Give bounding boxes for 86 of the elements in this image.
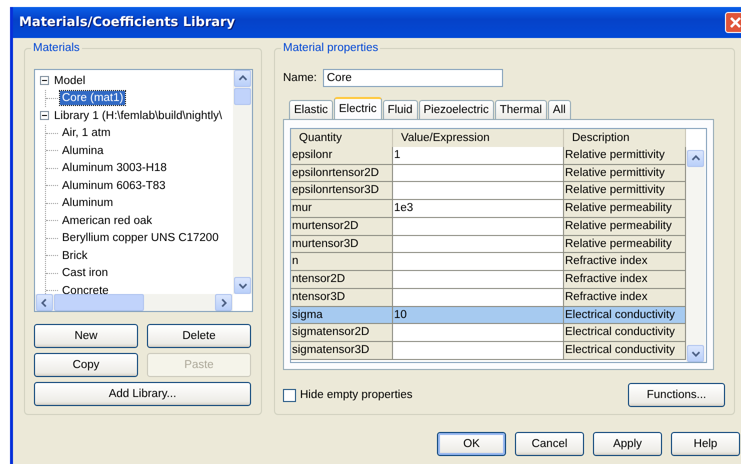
table-cell: epsilonr — [291, 146, 393, 164]
value-cell[interactable] — [393, 288, 564, 306]
tree-item[interactable]: Beryllium copper UNS C17200 — [60, 231, 221, 246]
tab[interactable]: Elastic — [289, 100, 333, 119]
scroll-right-icon[interactable] — [215, 294, 232, 311]
table-cell: Refractive index — [564, 271, 686, 289]
tree-item[interactable]: Aluminum — [60, 196, 116, 210]
tab[interactable]: All — [548, 100, 571, 119]
name-label: Name: — [283, 72, 317, 84]
value-cell[interactable] — [393, 253, 564, 271]
table-cell: Electrical conductivity — [564, 306, 686, 324]
close-icon — [729, 16, 741, 29]
group-title: Material properties — [281, 42, 380, 54]
tab[interactable]: Piezoelectric — [418, 100, 494, 119]
value-cell[interactable] — [393, 271, 564, 289]
value-cell[interactable] — [393, 342, 564, 360]
value-cell[interactable] — [393, 164, 564, 182]
value-cell[interactable] — [393, 324, 564, 342]
scroll-thumb[interactable] — [54, 294, 144, 311]
table-cell: Relative permeability — [564, 218, 686, 236]
table-cell: Refractive index — [564, 253, 686, 271]
action-button[interactable]: New — [34, 324, 138, 348]
table-cell: n — [291, 253, 393, 271]
action-button[interactable]: Copy — [34, 353, 138, 377]
table-cell: ntensor3D — [291, 288, 393, 306]
tree-item[interactable]: Alumina — [60, 144, 106, 158]
tree-item[interactable]: Cast iron — [60, 266, 110, 280]
tree-item[interactable]: Core (mat1) — [60, 91, 126, 106]
collapse-icon[interactable] — [40, 111, 49, 120]
name-field[interactable]: Core — [322, 69, 503, 87]
table-cell: sigmatensor3D — [291, 342, 393, 360]
value-cell[interactable] — [393, 182, 564, 200]
table-cell: Relative permeability — [564, 200, 686, 218]
table-cell: murtensor2D — [291, 218, 393, 236]
dialog-button[interactable]: OK — [437, 432, 506, 456]
vertical-scrollbar[interactable] — [686, 150, 705, 362]
table-cell: Relative permeability — [564, 236, 686, 254]
value-cell[interactable] — [393, 218, 564, 236]
table-cell: epsilonrtensor2D — [291, 164, 393, 182]
tree-item[interactable]: Library 1 (H:\femlab\build\nightly\ — [52, 108, 224, 123]
vertical-scrollbar[interactable] — [233, 70, 252, 294]
checkbox[interactable] — [283, 388, 296, 402]
collapse-icon[interactable] — [40, 76, 49, 86]
scroll-thumb[interactable] — [234, 88, 251, 105]
add-library-button[interactable]: Add Library... — [34, 382, 251, 406]
table-cell: ntensor2D — [291, 271, 393, 289]
tab[interactable]: Electric — [334, 97, 382, 119]
checkbox-label: Hide empty properties — [300, 389, 412, 401]
scroll-up-icon[interactable] — [234, 70, 251, 87]
tree-item[interactable]: Brick — [60, 248, 90, 263]
horizontal-scrollbar[interactable] — [35, 294, 233, 311]
dialog-button[interactable]: Apply — [593, 432, 662, 456]
table-cell: Refractive index — [564, 288, 686, 306]
dialog-button[interactable]: Cancel — [515, 432, 584, 456]
value-cell[interactable]: 1 — [393, 146, 564, 164]
value-cell[interactable] — [393, 236, 564, 254]
window-title: Materials/Coefficients Library — [19, 15, 236, 30]
close-button[interactable] — [725, 12, 741, 33]
table-cell: sigma — [291, 306, 393, 324]
table-cell: Relative permittivity — [564, 182, 686, 200]
group-title: Materials — [31, 42, 82, 54]
action-button[interactable]: Delete — [147, 324, 251, 348]
scroll-down-icon[interactable] — [687, 345, 704, 362]
scroll-up-icon[interactable] — [687, 150, 704, 167]
tree-item[interactable]: American red oak — [60, 214, 154, 228]
tree-item[interactable]: Air, 1 atm — [60, 126, 113, 140]
functions-button[interactable]: Functions... — [628, 383, 725, 407]
tree-item[interactable]: Aluminum 6063-T83 — [60, 178, 168, 193]
table-cell: Electrical conductivity — [564, 342, 686, 360]
tab[interactable]: Fluid — [382, 100, 418, 119]
table-cell: murtensor3D — [291, 236, 393, 254]
scroll-left-icon[interactable] — [36, 294, 53, 311]
table-cell: Electrical conductivity — [564, 324, 686, 342]
dialog-button[interactable]: Help — [671, 432, 740, 456]
table-cell: mur — [291, 200, 393, 218]
table-cell: sigmatensor2D — [291, 324, 393, 342]
scroll-down-icon[interactable] — [234, 277, 251, 294]
table-cell: Relative permittivity — [564, 146, 686, 164]
tree-item[interactable]: Concrete — [60, 284, 111, 294]
tree-item[interactable]: Model — [52, 74, 88, 88]
value-cell[interactable]: 1e3 — [393, 200, 564, 218]
value-cell[interactable]: 10 — [393, 306, 564, 324]
tab[interactable]: Thermal — [494, 100, 547, 119]
table-cell: Relative permittivity — [564, 164, 686, 182]
table-cell: epsilonrtensor3D — [291, 182, 393, 200]
tree-item[interactable]: Aluminum 3003-H18 — [60, 161, 169, 176]
